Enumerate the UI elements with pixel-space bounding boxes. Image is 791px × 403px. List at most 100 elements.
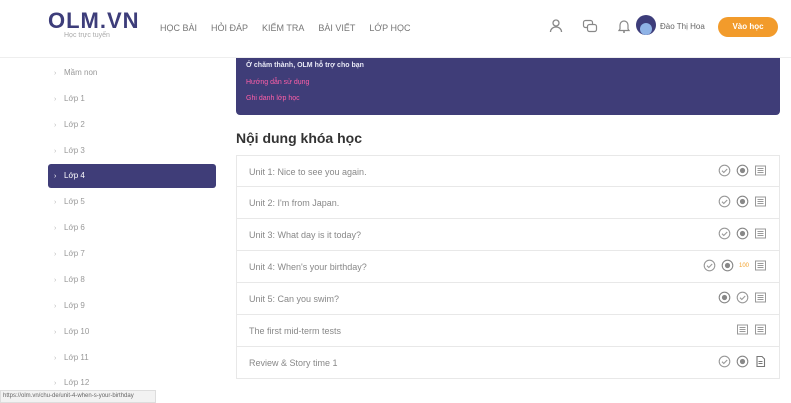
header-icon-group — [548, 18, 632, 34]
unit-title[interactable]: The first mid-term tests — [249, 315, 341, 347]
sidebar-item-lop-5[interactable]: › Lớp 5 — [48, 190, 216, 214]
check-circle-icon[interactable] — [718, 227, 731, 240]
sidebar-item-label: Lớp 10 — [64, 327, 90, 336]
unit-title[interactable]: Unit 1: Nice to see you again. — [249, 156, 367, 188]
sidebar-item-label: Lớp 5 — [64, 197, 85, 206]
unit-row[interactable]: The first mid-term tests — [236, 315, 780, 347]
user-icon[interactable] — [548, 18, 564, 34]
target-icon[interactable] — [721, 259, 734, 272]
unit-actions: 100 — [703, 259, 767, 272]
unit-title[interactable]: Unit 5: Can you swim? — [249, 283, 339, 315]
sidebar-item-label: Lớp 6 — [64, 223, 85, 232]
nav-item-hoc-bai[interactable]: HỌC BÀI — [160, 23, 197, 33]
page-title: Nội dung khóa học — [236, 130, 362, 146]
chevron-right-icon: › — [54, 251, 57, 258]
grade-sidebar: › Mầm non › Lớp 1 › Lớp 2 › Lớp 3 › Lớp 4 › Lớ… — [0, 58, 225, 403]
unit-actions — [718, 195, 767, 208]
sidebar-item-lop-10[interactable]: › Lớp 10 — [48, 320, 216, 344]
list-icon[interactable] — [754, 195, 767, 208]
nav-item-bai-viet[interactable]: BÀI VIẾT — [318, 23, 355, 33]
sidebar-item-lop-4[interactable]: › Lớp 4 — [48, 164, 216, 188]
bell-icon[interactable] — [616, 18, 632, 34]
chevron-right-icon: › — [54, 70, 57, 77]
unit-title[interactable]: Unit 2: I'm from Japan. — [249, 187, 339, 219]
top-header: OLM.VN Học trực tuyến HỌC BÀI HỎI ĐÁP KI… — [0, 0, 791, 58]
banner-text: Ở chăm thành, OLM hỗ trợ cho bạn — [246, 62, 364, 69]
unit-title[interactable]: Unit 3: What day is it today? — [249, 219, 361, 251]
sidebar-item-lop-9[interactable]: › Lớp 9 — [48, 294, 216, 318]
check-circle-icon[interactable] — [703, 259, 716, 272]
olm-logo[interactable]: OLM.VN Học trực tuyến — [48, 8, 140, 39]
check-circle-icon[interactable] — [718, 355, 731, 368]
nav-item-lop-hoc[interactable]: LỚP HỌC — [369, 23, 410, 33]
sidebar-item-lop-2[interactable]: › Lớp 2 — [48, 113, 216, 137]
unit-row[interactable]: Unit 3: What day is it today? — [236, 219, 780, 251]
sidebar-item-lop-7[interactable]: › Lớp 7 — [48, 242, 216, 266]
list-icon[interactable] — [754, 291, 767, 304]
list-icon[interactable] — [754, 323, 767, 336]
unit-title[interactable]: Review & Story time 1 — [249, 347, 338, 379]
nav-item-kiem-tra[interactable]: KIỂM TRA — [262, 23, 304, 33]
score-badge: 100 — [738, 262, 749, 269]
chevron-right-icon: › — [54, 329, 57, 336]
check-circle-icon[interactable] — [718, 164, 731, 177]
chevron-right-icon: › — [54, 96, 57, 103]
unit-title[interactable]: Unit 4: When's your birthday? — [249, 251, 367, 283]
chevron-right-icon: › — [54, 225, 57, 232]
chevron-right-icon: › — [54, 199, 57, 206]
unit-actions — [718, 291, 767, 304]
list-icon[interactable] — [754, 227, 767, 240]
check-circle-icon[interactable] — [736, 291, 749, 304]
chevron-down-icon: › — [54, 173, 57, 180]
list-icon[interactable] — [754, 164, 767, 177]
sidebar-item-label: Lớp 9 — [64, 301, 85, 310]
chevron-right-icon: › — [54, 303, 57, 310]
browser-status-url: https://olm.vn/chu-de/unit-4-when-s-your… — [0, 390, 156, 403]
logo-text: OLM.VN — [48, 8, 140, 33]
unit-row[interactable]: Unit 4: When's your birthday? 100 — [236, 251, 780, 283]
chat-icon[interactable] — [582, 18, 598, 34]
unit-list: Unit 1: Nice to see you again. Unit 2: I'… — [236, 155, 780, 379]
unit-actions — [718, 227, 767, 240]
username[interactable]: Đào Thị Hoa — [660, 22, 705, 31]
unit-row[interactable]: Review & Story time 1 — [236, 347, 780, 379]
target-icon[interactable] — [718, 291, 731, 304]
nav-item-hoi-dap[interactable]: HỎI ĐÁP — [211, 23, 248, 33]
unit-row[interactable]: Unit 2: I'm from Japan. — [236, 187, 780, 219]
sidebar-item-label: Lớp 4 — [64, 171, 85, 180]
sidebar-item-label: Lớp 1 — [64, 94, 85, 103]
document-icon[interactable] — [754, 355, 767, 368]
sidebar-item-mam-non[interactable]: › Mầm non — [48, 61, 216, 85]
list-icon[interactable] — [736, 323, 749, 336]
target-icon[interactable] — [736, 355, 749, 368]
target-icon[interactable] — [736, 227, 749, 240]
unit-actions — [718, 355, 767, 368]
avatar[interactable] — [636, 15, 656, 35]
sidebar-item-label: Lớp 8 — [64, 275, 85, 284]
sidebar-item-label: Lớp 12 — [64, 378, 90, 387]
target-icon[interactable] — [736, 164, 749, 177]
banner-link-enroll[interactable]: Ghi danh lớp học — [246, 95, 770, 102]
unit-actions — [736, 323, 767, 336]
check-circle-icon[interactable] — [718, 195, 731, 208]
chevron-right-icon: › — [54, 122, 57, 129]
sidebar-item-label: Lớp 2 — [64, 120, 85, 129]
chevron-right-icon: › — [54, 355, 57, 362]
chevron-right-icon: › — [54, 277, 57, 284]
sidebar-item-lop-11[interactable]: › Lớp 11 — [48, 346, 216, 370]
info-banner: Ở chăm thành, OLM hỗ trợ cho bạn Hướng d… — [236, 58, 780, 115]
target-icon[interactable] — [736, 195, 749, 208]
join-button[interactable]: Vào học — [718, 17, 778, 37]
main-nav: HỌC BÀI HỎI ĐÁP KIỂM TRA BÀI VIẾT LỚP HỌ… — [160, 23, 410, 33]
banner-link-guide[interactable]: Hướng dẫn sử dụng — [246, 79, 770, 86]
sidebar-item-lop-6[interactable]: › Lớp 6 — [48, 216, 216, 240]
sidebar-item-label: Mầm non — [64, 68, 98, 77]
chevron-right-icon: › — [54, 148, 57, 155]
unit-row[interactable]: Unit 5: Can you swim? — [236, 283, 780, 315]
unit-actions — [718, 164, 767, 177]
sidebar-item-lop-3[interactable]: › Lớp 3 — [48, 139, 216, 163]
list-icon[interactable] — [754, 259, 767, 272]
sidebar-item-lop-8[interactable]: › Lớp 8 — [48, 268, 216, 292]
unit-row[interactable]: Unit 1: Nice to see you again. — [236, 155, 780, 187]
sidebar-item-lop-1[interactable]: › Lớp 1 — [48, 87, 216, 111]
